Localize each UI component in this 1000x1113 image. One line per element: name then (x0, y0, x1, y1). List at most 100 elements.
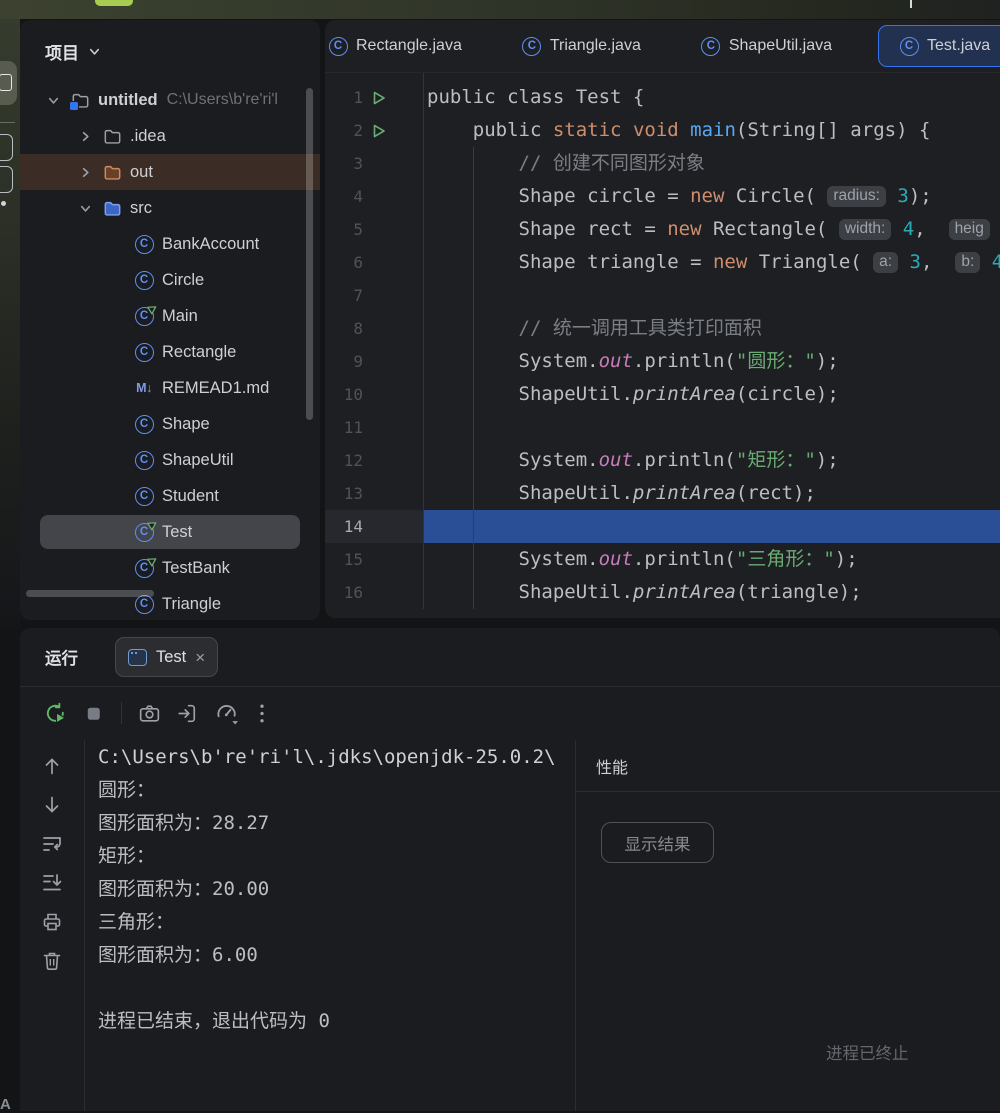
project-vertical-scrollbar[interactable] (306, 88, 313, 420)
chevron-right-icon (78, 165, 93, 180)
tab-label: ShapeUtil.java (729, 37, 832, 55)
code-line-14[interactable]: 14 (325, 510, 1000, 543)
structure-stripe-button[interactable] (0, 166, 13, 193)
code-text: System.out.println("三角形："); (423, 543, 1000, 576)
tree-item-label: BankAccount (162, 235, 259, 254)
project-horizontal-scrollbar[interactable] (26, 590, 154, 597)
code-text: // 统一调用工具类打印面积 (423, 312, 1000, 345)
editor-tab-Rectangle.java[interactable]: CRectangle.java (325, 24, 492, 68)
editor-tab-Triangle.java[interactable]: CTriangle.java (492, 24, 671, 68)
scroll-down-icon[interactable] (40, 793, 64, 817)
gutter-slot[interactable] (363, 123, 423, 139)
console-line: 图形面积为：6.00 (98, 939, 589, 972)
performance-panel: 性能 显示结果 进程已终止 (575, 740, 1000, 1111)
code-line-3[interactable]: 3 // 创建不同图形对象 (325, 147, 1000, 180)
rerun-icon[interactable] (43, 701, 68, 726)
editor-tab-ShapeUtil.java[interactable]: C ShapeUtil.java (671, 24, 862, 68)
tree-item-REMEAD1.md[interactable]: M↓REMEAD1.md (20, 370, 320, 406)
run-tab-test[interactable]: Test × (115, 637, 218, 677)
console-output[interactable]: C:\Users\b're'ri'l\.jdks\openjdk-25.0.2\… (84, 740, 589, 1111)
run-content: C:\Users\b're'ri'l\.jdks\openjdk-25.0.2\… (20, 740, 1000, 1111)
run-line-icon[interactable] (371, 123, 387, 139)
clear-icon[interactable] (40, 949, 64, 973)
code-line-16[interactable]: 16 ShapeUtil.printArea(triangle); (325, 576, 1000, 609)
tree-item-label: untitled (98, 91, 158, 110)
run-tool-window: 运行 Test × (20, 628, 1000, 1111)
code-line-11[interactable]: 11 (325, 411, 1000, 444)
gutter-border (423, 73, 424, 609)
code-text: System.out.println("圆形："); (423, 345, 1000, 378)
editor-tabs: CRectangle.javaCTriangle.javaCShapeUtil.… (325, 20, 1000, 73)
attach-debugger-icon[interactable] (175, 701, 200, 726)
performance-header: 性能 (576, 740, 1000, 792)
screenshot-icon[interactable] (137, 701, 162, 726)
tree-item-Student[interactable]: CStudent (20, 478, 320, 514)
tree-item-label: out (130, 163, 153, 182)
code-text: Shape rect = new Rectangle( width: 4, he… (423, 213, 1000, 246)
statusbar-partial-glyph: A (0, 1096, 11, 1113)
console-line: 矩形： (98, 840, 589, 873)
tree-item-Rectangle[interactable]: CRectangle (20, 334, 320, 370)
tree-item-BankAccount[interactable]: CBankAccount (20, 226, 320, 262)
tree-item-untitled[interactable]: untitled C:\Users\b're'ri'l (20, 82, 320, 118)
tree-item-out[interactable]: out (20, 154, 320, 190)
commit-stripe-button[interactable] (0, 134, 13, 161)
stop-icon[interactable] (81, 701, 106, 726)
console-line: C:\Users\b're'ri'l\.jdks\openjdk-25.0.2\ (98, 741, 589, 774)
code-line-9[interactable]: 9 System.out.println("圆形："); (325, 345, 1000, 378)
line-number: 3 (325, 154, 363, 173)
code-line-12[interactable]: 12 System.out.println("矩形："); (325, 444, 1000, 477)
close-icon[interactable]: × (195, 649, 205, 666)
scroll-to-end-icon[interactable] (40, 871, 64, 895)
profiler-icon[interactable] (213, 700, 240, 727)
runnable-class-icon: C (134, 522, 154, 542)
project-header[interactable]: 项目 (20, 20, 320, 82)
tree-item-Test[interactable]: C Test (20, 514, 320, 550)
class-icon: C (701, 36, 721, 56)
code-line-13[interactable]: 13 ShapeUtil.printArea(rect); (325, 477, 1000, 510)
line-number: 12 (325, 451, 363, 470)
module-badge-icon (69, 101, 79, 111)
tree-item-path: C:\Users\b're'ri'l (167, 91, 278, 109)
print-icon[interactable] (40, 910, 64, 934)
editor-code[interactable]: 1 public class Test {2 public static voi… (325, 73, 1000, 609)
code-text (423, 411, 1000, 444)
tree-item-ShapeUtil[interactable]: CShapeUtil (20, 442, 320, 478)
tree-item-label: TestBank (162, 559, 230, 578)
show-results-button[interactable]: 显示结果 (601, 822, 714, 863)
code-line-6[interactable]: 6 Shape triangle = new Triangle( a: 3, b… (325, 246, 1000, 279)
code-line-8[interactable]: 8 // 统一调用工具类打印面积 (325, 312, 1000, 345)
code-line-4[interactable]: 4 Shape circle = new Circle( radius: 3); (325, 180, 1000, 213)
code-line-7[interactable]: 7 (325, 279, 1000, 312)
code-text: ShapeUtil.printArea(triangle); (423, 576, 1000, 609)
scroll-up-icon[interactable] (40, 754, 64, 778)
tree-item-.idea[interactable]: .idea (20, 118, 320, 154)
tree-item-Circle[interactable]: CCircle (20, 262, 320, 298)
class-icon: C (134, 594, 154, 614)
left-tool-stripe (0, 19, 20, 628)
class-icon: C (899, 36, 919, 56)
indent-guide (473, 147, 474, 609)
tree-item-src[interactable]: src (20, 190, 320, 226)
tree-item-Main[interactable]: C Main (20, 298, 320, 334)
soft-wrap-icon[interactable] (40, 832, 64, 856)
code-line-2[interactable]: 2 public static void main(String[] args)… (325, 114, 1000, 147)
project-stripe-button[interactable] (0, 61, 17, 105)
console-line: 进程已结束，退出代码为 0 (98, 1005, 589, 1038)
code-line-10[interactable]: 10 ShapeUtil.printArea(circle); (325, 378, 1000, 411)
code-line-5[interactable]: 5 Shape rect = new Rectangle( width: 4, … (325, 213, 1000, 246)
tree-item-Shape[interactable]: CShape (20, 406, 320, 442)
code-line-15[interactable]: 15 System.out.println("三角形："); (325, 543, 1000, 576)
code-text: public class Test { (423, 81, 1000, 114)
gutter-slot[interactable] (363, 90, 423, 106)
code-text (423, 279, 1000, 312)
editor-tab-Test.java[interactable]: CTest.java (878, 25, 1000, 67)
line-number: 6 (325, 253, 363, 272)
project-tree: untitled C:\Users\b're'ri'l .idea out src… (20, 82, 320, 620)
run-line-icon[interactable] (371, 90, 387, 106)
code-line-1[interactable]: 1 public class Test { (325, 81, 1000, 114)
tree-item-TestBank[interactable]: C TestBank (20, 550, 320, 586)
more-icon[interactable] (253, 701, 271, 726)
ide-window: { "colors":{"accent_blue":"#3574f0","sel… (0, 0, 1000, 1111)
tab-label: Rectangle.java (356, 37, 462, 55)
